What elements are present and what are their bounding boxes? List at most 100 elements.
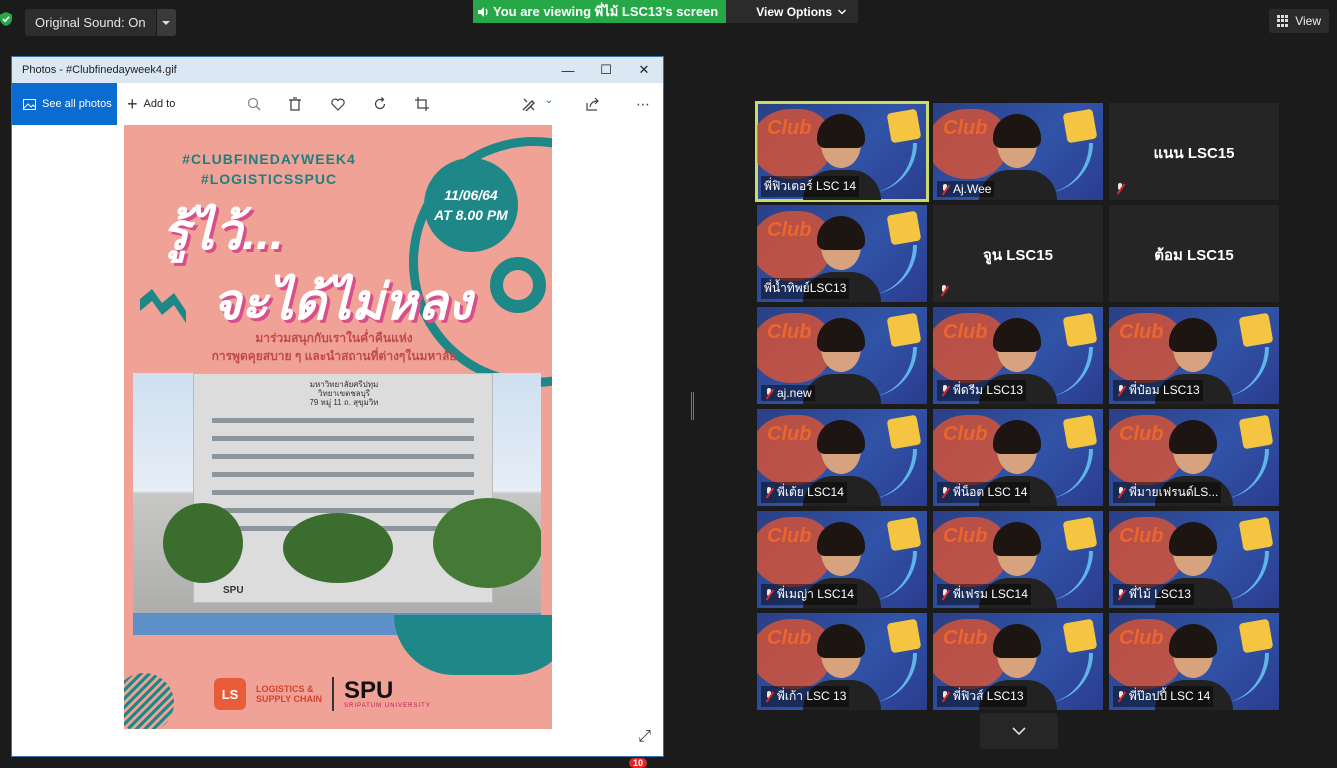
participant-video: [803, 316, 881, 404]
participant-name: พี่ฟิวส์ LSC13: [953, 689, 1024, 703]
original-sound-button[interactable]: Original Sound: On: [25, 9, 176, 36]
plus-icon: +: [127, 93, 138, 114]
participant-tile[interactable]: Club พี่เต้ย LSC14: [757, 409, 927, 506]
chevron-down-icon: [838, 9, 847, 14]
screen-share-banner: You are viewing พี่ไม้ LSC13's screen Vi…: [473, 0, 859, 23]
muted-mic-icon: [764, 487, 774, 498]
view-layout-button[interactable]: View: [1269, 9, 1329, 33]
crop-icon[interactable]: [413, 95, 431, 113]
photo-icon: [23, 98, 36, 110]
heart-icon[interactable]: [329, 95, 347, 113]
participant-tile[interactable]: Club พี่เฟรม LSC14: [933, 511, 1103, 608]
participant-tile[interactable]: แนน LSC15: [1109, 103, 1279, 200]
participant-name-label: พี่เฟรม LSC14: [937, 584, 1031, 605]
window-controls: — ☐ ✕: [549, 57, 663, 83]
building-sign: มหาวิทยาลัยศรีปทุม วิทยาเขตชลบุรี 79 หมู…: [294, 380, 394, 407]
minimize-icon[interactable]: —: [549, 57, 587, 83]
more-icon[interactable]: ⋯: [634, 95, 652, 113]
spu-logo: SPU SRIPATUM UNIVERSITY: [344, 677, 431, 710]
participant-name-label: พี่ป๋อม LSC13: [1113, 380, 1203, 401]
participant-gallery: Club พี่ฟิวเตอร์ LSC 14 Club Aj.Wee แนน LSC1…: [755, 101, 1279, 710]
participant-tile[interactable]: Club พี่เมญ่า LSC14: [757, 511, 927, 608]
logistics-logo-text: LOGISTICS & SUPPLY CHAIN: [256, 684, 322, 704]
view-options-label[interactable]: View Options: [756, 5, 832, 19]
zoom-icon[interactable]: [245, 95, 263, 113]
viewing-status: You are viewing พี่ไม้ LSC13's screen: [473, 0, 727, 23]
muted-mic-icon: [1115, 183, 1125, 194]
building-sign-line1: มหาวิทยาลัยศรีปทุม: [309, 380, 379, 389]
view-options-button[interactable]: View Options: [726, 0, 859, 23]
participant-tile[interactable]: Club พี่ฟิวเตอร์ LSC 14: [755, 101, 929, 202]
participant-tile[interactable]: Club พี่มายเฟรนด์LS...: [1109, 409, 1279, 506]
photo-viewer[interactable]: 11/06/64 AT 8.00 PM #CLUBFINEDAYWEEK4 #L…: [12, 125, 663, 756]
background-decoration: [1238, 414, 1274, 450]
share-icon[interactable]: [584, 95, 602, 113]
original-sound-dropdown[interactable]: [155, 9, 176, 36]
rotate-icon[interactable]: [371, 95, 389, 113]
poster-footer-logos: LS LOGISTICS & SUPPLY CHAIN SPU SRIPATUM…: [214, 677, 431, 711]
see-all-photos-label[interactable]: See all photos: [42, 98, 112, 110]
participant-tile[interactable]: Club พี่น็อต LSC 14: [933, 409, 1103, 506]
participant-name: พี่เก้า LSC 13: [777, 689, 847, 703]
participant-name: Aj.Wee: [953, 182, 992, 196]
edit-icon[interactable]: [520, 95, 538, 113]
ls-logo: LS: [214, 678, 246, 710]
participant-name: แนน LSC15: [1153, 145, 1235, 162]
add-to-label[interactable]: Add to: [144, 98, 176, 110]
chevron-down-icon: [1012, 727, 1026, 735]
security-shield-icon[interactable]: [0, 12, 12, 26]
delete-icon[interactable]: [286, 95, 304, 113]
maximize-icon[interactable]: ☐: [587, 57, 625, 83]
panel-splitter-handle[interactable]: [691, 392, 694, 420]
expand-icon[interactable]: ⤢: [638, 728, 651, 746]
participant-tile[interactable]: Club พี่ไม้ LSC13: [1109, 511, 1279, 608]
grid-icon: [1277, 15, 1289, 27]
close-icon[interactable]: ✕: [625, 57, 663, 83]
photos-titlebar[interactable]: Photos - #Clubfinedayweek4.gif — ☐ ✕: [12, 57, 663, 83]
background-decoration: [886, 414, 922, 450]
background-decoration: [886, 618, 922, 654]
poster-time: AT 8.00 PM: [434, 207, 508, 223]
participant-tile[interactable]: Club พี่ฟิวส์ LSC13: [933, 613, 1103, 710]
add-to-button[interactable]: + Add to: [127, 94, 175, 115]
participant-name: พี่เต้ย LSC14: [777, 485, 844, 499]
participant-name: พี่มายเฟรนด์LS...: [1129, 485, 1219, 499]
photos-app-window: Photos - #Clubfinedayweek4.gif — ☐ ✕ See…: [12, 57, 663, 756]
participant-tile[interactable]: Club พี่ป๊อปปี้ LSC 14: [1109, 613, 1279, 710]
view-label[interactable]: View: [1295, 14, 1321, 28]
muted-mic-icon: [940, 385, 950, 396]
poster-date-badge: 11/06/64 AT 8.00 PM: [424, 158, 518, 252]
see-all-photos-button[interactable]: See all photos: [12, 83, 117, 125]
participant-tile[interactable]: ต้อม LSC15: [1109, 205, 1279, 302]
zigzag-decoration: [140, 289, 186, 323]
participant-name: พี่เมญ่า LSC14: [777, 587, 854, 601]
muted-mic-icon: [940, 183, 950, 195]
chevron-down-icon[interactable]: ⌄: [540, 91, 558, 109]
tree: [163, 503, 243, 583]
participants-count-badge: 10: [629, 758, 648, 768]
participant-tile[interactable]: Club พี่เก้า LSC 13: [757, 613, 927, 710]
participant-name-label: พี่ฟิวส์ LSC13: [937, 686, 1027, 707]
logistics-text-line2: SUPPLY CHAIN: [256, 694, 323, 704]
event-poster-image: 11/06/64 AT 8.00 PM #CLUBFINEDAYWEEK4 #L…: [124, 125, 552, 729]
muted-mic-icon: [1116, 691, 1126, 702]
gallery-scroll-down-button[interactable]: [980, 713, 1058, 749]
participant-tile[interactable]: Club พี่ดรีม LSC13: [933, 307, 1103, 404]
spu-ground-sign: SPU: [223, 585, 244, 596]
building-sign-line2: วิทยาเขตชลบุรี: [317, 389, 371, 398]
muted-mic-icon: [764, 387, 774, 399]
original-sound-label[interactable]: Original Sound: On: [25, 9, 156, 36]
muted-mic-icon: [940, 487, 950, 498]
poster-title-line1: รู้ไว้...: [162, 204, 284, 260]
participant-tile[interactable]: จูน LSC15: [933, 205, 1103, 302]
participant-tile[interactable]: Club พี่ป๋อม LSC13: [1109, 307, 1279, 404]
poster-hashtag-1: #CLUBFINEDAYWEEK4: [182, 151, 356, 167]
participant-name-label: พี่ดรีม LSC13: [937, 380, 1027, 401]
participant-tile[interactable]: Club Aj.Wee: [933, 103, 1103, 200]
participant-name-label: พี่เมญ่า LSC14: [761, 584, 857, 605]
muted-mic-icon: [764, 589, 774, 600]
participant-tile[interactable]: Club พี่น้ำทิพย์LSC13: [757, 205, 927, 302]
background-decoration: [1062, 618, 1098, 654]
participant-tile[interactable]: Club aj.new: [757, 307, 927, 404]
spu-logo-text: SPU: [344, 677, 394, 704]
